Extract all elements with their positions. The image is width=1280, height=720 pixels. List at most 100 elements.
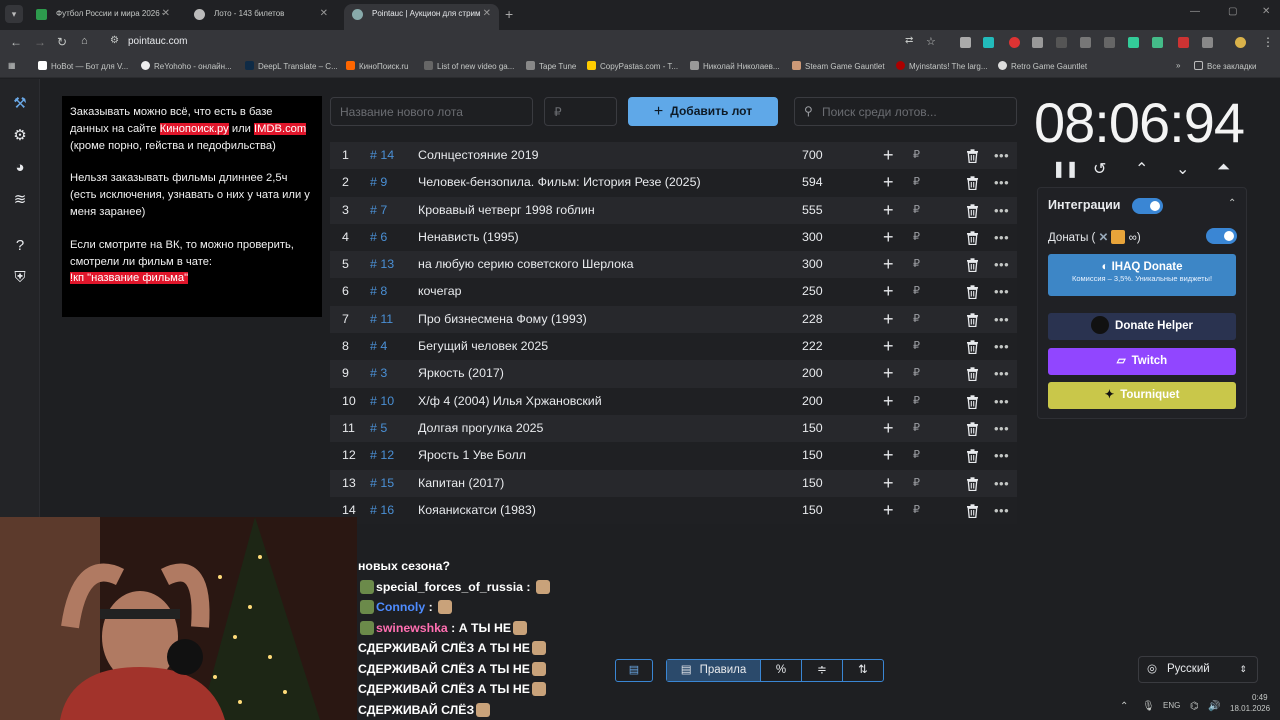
lot-id-link[interactable]: # 13 xyxy=(370,251,394,278)
compress-icon[interactable]: ≑ xyxy=(802,660,843,681)
network-icon[interactable]: ⌬ xyxy=(1190,701,1199,712)
bookmark[interactable]: Tape Tune xyxy=(526,61,576,71)
shield-icon[interactable]: ⛨ xyxy=(11,269,29,287)
add-amount-icon[interactable]: + xyxy=(883,333,894,360)
microphone-icon[interactable]: 🎙 xyxy=(1142,701,1155,712)
collapse-chevron-icon[interactable]: ⌃ xyxy=(1228,198,1236,209)
site-info-icon[interactable]: ⚙ xyxy=(110,35,119,46)
profile-avatar-icon[interactable] xyxy=(1235,37,1246,48)
lot-id-link[interactable]: # 15 xyxy=(370,470,394,497)
minimize-icon[interactable]: — xyxy=(1190,6,1200,17)
kinopoisk-link[interactable]: Кинопоиск.ру xyxy=(159,122,229,135)
auction-hammer-icon[interactable]: ⚒ xyxy=(11,95,29,113)
new-tab-icon[interactable]: + xyxy=(505,6,513,22)
lot-row[interactable]: 8 # 4 Бегущий человек 2025 222 + ₽ ••• xyxy=(330,333,1017,361)
amount-input[interactable]: ₽ xyxy=(544,97,617,126)
clock-time[interactable]: 0:49 xyxy=(1252,693,1268,702)
sort-icon[interactable]: ⇅ xyxy=(843,660,883,681)
lot-id-link[interactable]: # 14 xyxy=(370,142,394,169)
lot-row[interactable]: 1 # 14 Солнцестояние 2019 700 + ₽ ••• xyxy=(330,142,1017,170)
url-field[interactable]: pointauc.com xyxy=(128,36,187,47)
more-options-icon[interactable]: ••• xyxy=(994,197,1009,224)
delete-trash-icon[interactable] xyxy=(966,340,979,355)
add-amount-icon[interactable]: + xyxy=(883,360,894,387)
ruble-icon[interactable]: ₽ xyxy=(913,169,920,196)
lot-row[interactable]: 5 # 13 на любую серию советского Шерлока 30… xyxy=(330,251,1017,279)
ruble-icon[interactable]: ₽ xyxy=(913,415,920,442)
lot-amount[interactable]: 150 xyxy=(802,470,823,497)
browser-tab[interactable]: Футбол России и мира 2026 - ✕ xyxy=(28,4,178,30)
lot-amount[interactable]: 150 xyxy=(802,497,823,524)
lot-amount[interactable]: 150 xyxy=(802,442,823,469)
delete-trash-icon[interactable] xyxy=(966,149,979,163)
lot-id-link[interactable]: # 5 xyxy=(370,415,387,442)
add-amount-icon[interactable]: + xyxy=(883,442,894,469)
extension-icon[interactable] xyxy=(983,37,994,48)
lot-amount[interactable]: 150 xyxy=(802,415,823,442)
lot-name[interactable]: кочегар xyxy=(418,278,462,305)
apps-grid-icon[interactable]: ▦ xyxy=(8,61,16,70)
double-add-time-icon[interactable]: ⏶ xyxy=(1217,159,1230,177)
add-amount-icon[interactable]: + xyxy=(883,388,894,415)
lot-row[interactable]: 9 # 3 Яркость (2017) 200 + ₽ ••• xyxy=(330,360,1017,388)
extension-icon[interactable] xyxy=(1009,37,1020,48)
add-time-icon[interactable]: ⌃ xyxy=(1135,159,1148,179)
search-input[interactable]: ⚲ Поиск среди лотов... xyxy=(794,97,1017,126)
lot-row[interactable]: 7 # 11 Про бизнесмена Фому (1993) 228 + ₽ ••• xyxy=(330,305,1017,334)
lot-name[interactable]: на любую серию советского Шерлока xyxy=(418,251,634,278)
donations-toggle[interactable] xyxy=(1206,228,1237,244)
lot-amount[interactable]: 228 xyxy=(802,306,823,333)
ruble-icon[interactable]: ₽ xyxy=(913,142,920,169)
lot-id-link[interactable]: # 10 xyxy=(370,388,394,415)
lot-row[interactable]: 10 # 10 Х/ф 4 (2004) Илья Хржановский 200 + ₽… xyxy=(330,387,1017,415)
new-lot-input[interactable]: Название нового лота xyxy=(330,97,533,126)
more-options-icon[interactable]: ••• xyxy=(994,442,1009,469)
ruble-icon[interactable]: ₽ xyxy=(913,497,920,524)
more-options-icon[interactable]: ••• xyxy=(994,497,1009,524)
extension-icon[interactable] xyxy=(1152,37,1163,48)
extension-icon[interactable] xyxy=(1128,37,1139,48)
delete-trash-icon[interactable] xyxy=(966,231,979,245)
forward-icon[interactable]: → xyxy=(34,35,46,49)
lot-name[interactable]: Про бизнесмена Фому (1993) xyxy=(418,306,587,333)
bookmark[interactable]: КиноПоиск.ru xyxy=(346,61,409,71)
delete-trash-icon[interactable] xyxy=(966,504,979,518)
volume-icon[interactable]: 🔊 xyxy=(1208,701,1220,712)
more-options-icon[interactable]: ••• xyxy=(994,169,1009,196)
extension-icon[interactable] xyxy=(1080,37,1091,48)
lot-row[interactable]: 12 # 12 Ярость 1 Уве Болл 150 + ₽ ••• xyxy=(330,442,1017,470)
language-select[interactable]: ◎ Русский ⇕ xyxy=(1138,656,1258,683)
maximize-icon[interactable]: ▢ xyxy=(1228,6,1237,17)
delete-trash-icon[interactable] xyxy=(966,422,979,436)
extension-icon[interactable] xyxy=(1056,37,1067,48)
ruble-icon[interactable]: ₽ xyxy=(913,360,920,387)
percent-button[interactable]: % xyxy=(761,660,802,681)
lot-id-link[interactable]: # 6 xyxy=(370,224,387,251)
ruble-icon[interactable]: ₽ xyxy=(913,278,920,305)
browser-menu-icon[interactable]: ⋮ xyxy=(1262,35,1274,49)
bookmark[interactable]: HoBot — Бот для V... xyxy=(38,61,128,71)
subtract-time-icon[interactable]: ⌄ xyxy=(1176,159,1189,179)
lot-id-link[interactable]: # 12 xyxy=(370,442,394,469)
add-amount-icon[interactable]: + xyxy=(883,306,894,333)
lot-id-link[interactable]: # 3 xyxy=(370,360,387,387)
ruble-icon[interactable]: ₽ xyxy=(913,306,920,333)
lot-id-link[interactable]: # 9 xyxy=(370,169,387,196)
more-options-icon[interactable]: ••• xyxy=(994,306,1009,333)
lot-amount[interactable]: 700 xyxy=(802,142,823,169)
more-options-icon[interactable]: ••• xyxy=(994,415,1009,442)
lot-name[interactable]: Яркость (2017) xyxy=(418,360,504,387)
more-options-icon[interactable]: ••• xyxy=(994,333,1009,360)
lot-name[interactable]: Ненависть (1995) xyxy=(418,224,519,251)
close-window-icon[interactable]: ✕ xyxy=(1262,6,1270,17)
input-language[interactable]: ENG xyxy=(1163,701,1180,710)
layers-icon[interactable]: ≋ xyxy=(11,191,29,209)
lot-amount[interactable]: 250 xyxy=(802,278,823,305)
lot-row[interactable]: 4 # 6 Ненависть (1995) 300 + ₽ ••• xyxy=(330,223,1017,252)
tray-chevron-icon[interactable]: ⌃ xyxy=(1120,701,1128,712)
lot-row[interactable]: 14 # 16 Кояанискатси (1983) 150 + ₽ ••• xyxy=(330,496,1017,525)
more-options-icon[interactable]: ••• xyxy=(994,388,1009,415)
ruble-icon[interactable]: ₽ xyxy=(913,470,920,497)
lot-name[interactable]: Кояанискатси (1983) xyxy=(418,497,536,524)
lot-name[interactable]: Бегущий человек 2025 xyxy=(418,333,548,360)
